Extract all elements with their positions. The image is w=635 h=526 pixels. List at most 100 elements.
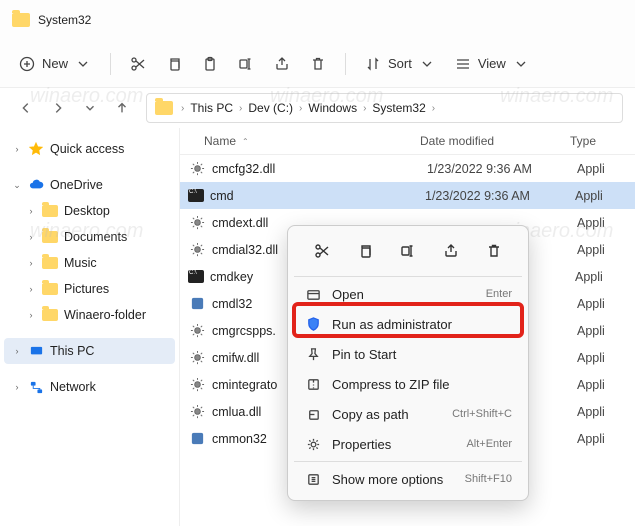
sidebar-item-music[interactable]: › Music <box>4 250 175 276</box>
sort-label: Sort <box>388 56 412 71</box>
crumb-system32[interactable]: System32 <box>370 101 427 115</box>
chevron-right-icon: › <box>26 284 36 294</box>
chevron-right-icon: › <box>297 103 304 114</box>
folder-icon <box>42 229 58 245</box>
dll-icon <box>188 241 206 259</box>
file-row[interactable]: cmcfg32.dll1/23/2022 9:36 AMAppli <box>180 155 635 182</box>
sidebar-item-winaero[interactable]: › Winaero-folder <box>4 302 175 328</box>
winaero-label: Winaero-folder <box>64 308 146 322</box>
chevron-down-icon <box>512 55 530 73</box>
back-button[interactable] <box>12 94 40 122</box>
chevron-right-icon: › <box>179 103 186 114</box>
chevron-right-icon: › <box>12 382 22 392</box>
ctx-copy-button[interactable] <box>350 236 380 266</box>
rename-button[interactable] <box>231 51 261 77</box>
star-icon <box>28 141 44 157</box>
file-row-selected[interactable]: cmd1/23/2022 9:36 AMAppli <box>180 182 635 209</box>
crumb-this-pc[interactable]: This PC <box>188 101 235 115</box>
crumb-drive[interactable]: Dev (C:) <box>246 101 295 115</box>
folder-icon <box>42 307 58 323</box>
onedrive-label: OneDrive <box>50 178 103 192</box>
forward-button[interactable] <box>44 94 72 122</box>
share-button[interactable] <box>267 51 297 77</box>
view-icon <box>454 55 472 73</box>
pin-icon <box>304 345 322 363</box>
recent-chevron[interactable] <box>76 94 104 122</box>
dll-icon <box>188 376 206 394</box>
window-title: System32 <box>38 13 91 27</box>
chevron-down-icon <box>418 55 436 73</box>
dll-icon <box>188 160 206 178</box>
chevron-right-icon: › <box>12 144 22 154</box>
sidebar-item-desktop[interactable]: › Desktop <box>4 198 175 224</box>
desktop-label: Desktop <box>64 204 110 218</box>
delete-button[interactable] <box>303 51 333 77</box>
titlebar: System32 <box>0 0 635 40</box>
chevron-right-icon: › <box>26 258 36 268</box>
chevron-right-icon: › <box>12 346 22 356</box>
ctx-open[interactable]: Open Enter <box>294 279 522 309</box>
ctx-pin-to-start[interactable]: Pin to Start <box>294 339 522 369</box>
ctx-delete-button[interactable] <box>479 236 509 266</box>
column-name[interactable]: Name⌃ <box>180 134 420 148</box>
up-button[interactable] <box>108 94 136 122</box>
app-icon <box>188 430 206 448</box>
separator <box>294 461 522 462</box>
ctx-show-more[interactable]: Show more options Shift+F10 <box>294 464 522 494</box>
ctx-properties[interactable]: Properties Alt+Enter <box>294 429 522 459</box>
rename-icon <box>237 55 255 73</box>
sidebar-item-pictures[interactable]: › Pictures <box>4 276 175 302</box>
dll-icon <box>188 214 206 232</box>
paste-button[interactable] <box>195 51 225 77</box>
share-icon <box>273 55 291 73</box>
sidebar-item-quick-access[interactable]: › Quick access <box>4 136 175 162</box>
this-pc-label: This PC <box>50 344 94 358</box>
more-icon <box>304 470 322 488</box>
plus-icon <box>18 55 36 73</box>
properties-icon <box>304 435 322 453</box>
chevron-down-icon <box>74 55 92 73</box>
context-icon-row <box>294 232 522 274</box>
folder-icon <box>12 13 30 27</box>
sort-button[interactable]: Sort <box>358 51 442 77</box>
shield-icon <box>304 315 322 333</box>
scissors-icon <box>129 55 147 73</box>
sidebar-item-onedrive[interactable]: ⌄ OneDrive <box>4 172 175 198</box>
chevron-right-icon: › <box>361 103 368 114</box>
ctx-run-as-admin[interactable]: Run as administrator <box>294 309 522 339</box>
toolbar: New Sort View <box>0 40 635 88</box>
ctx-share-button[interactable] <box>436 236 466 266</box>
context-menu: Open Enter Run as administrator Pin to S… <box>287 225 529 501</box>
sidebar: › Quick access ⌄ OneDrive › Desktop › Do… <box>0 128 180 526</box>
sidebar-item-this-pc[interactable]: › This PC <box>4 338 175 364</box>
music-label: Music <box>64 256 97 270</box>
ctx-compress[interactable]: Compress to ZIP file <box>294 369 522 399</box>
dll-icon <box>188 322 206 340</box>
explorer-window: System32 New Sort View <box>0 0 635 526</box>
chevron-down-icon: ⌄ <box>12 180 22 191</box>
dll-icon <box>188 349 206 367</box>
trash-icon <box>309 55 327 73</box>
sort-icon <box>364 55 382 73</box>
breadcrumb[interactable]: › This PC › Dev (C:) › Windows › System3… <box>146 93 623 123</box>
new-button[interactable]: New <box>12 51 98 77</box>
divider <box>110 53 111 75</box>
exe-icon <box>188 270 204 283</box>
column-type[interactable]: Type <box>570 134 635 148</box>
chevron-right-icon: › <box>26 310 36 320</box>
network-label: Network <box>50 380 96 394</box>
crumb-windows[interactable]: Windows <box>306 101 359 115</box>
sidebar-item-network[interactable]: › Network <box>4 374 175 400</box>
ctx-copy-path[interactable]: Copy as path Ctrl+Shift+C <box>294 399 522 429</box>
cut-button[interactable] <box>123 51 153 77</box>
cloud-icon <box>28 177 44 193</box>
open-icon <box>304 285 322 303</box>
view-button[interactable]: View <box>448 51 536 77</box>
column-date[interactable]: Date modified <box>420 134 570 148</box>
ctx-rename-button[interactable] <box>393 236 423 266</box>
copy-button[interactable] <box>159 51 189 77</box>
ctx-cut-button[interactable] <box>307 236 337 266</box>
sidebar-item-documents[interactable]: › Documents <box>4 224 175 250</box>
pictures-label: Pictures <box>64 282 109 296</box>
column-headers: Name⌃ Date modified Type <box>180 128 635 155</box>
